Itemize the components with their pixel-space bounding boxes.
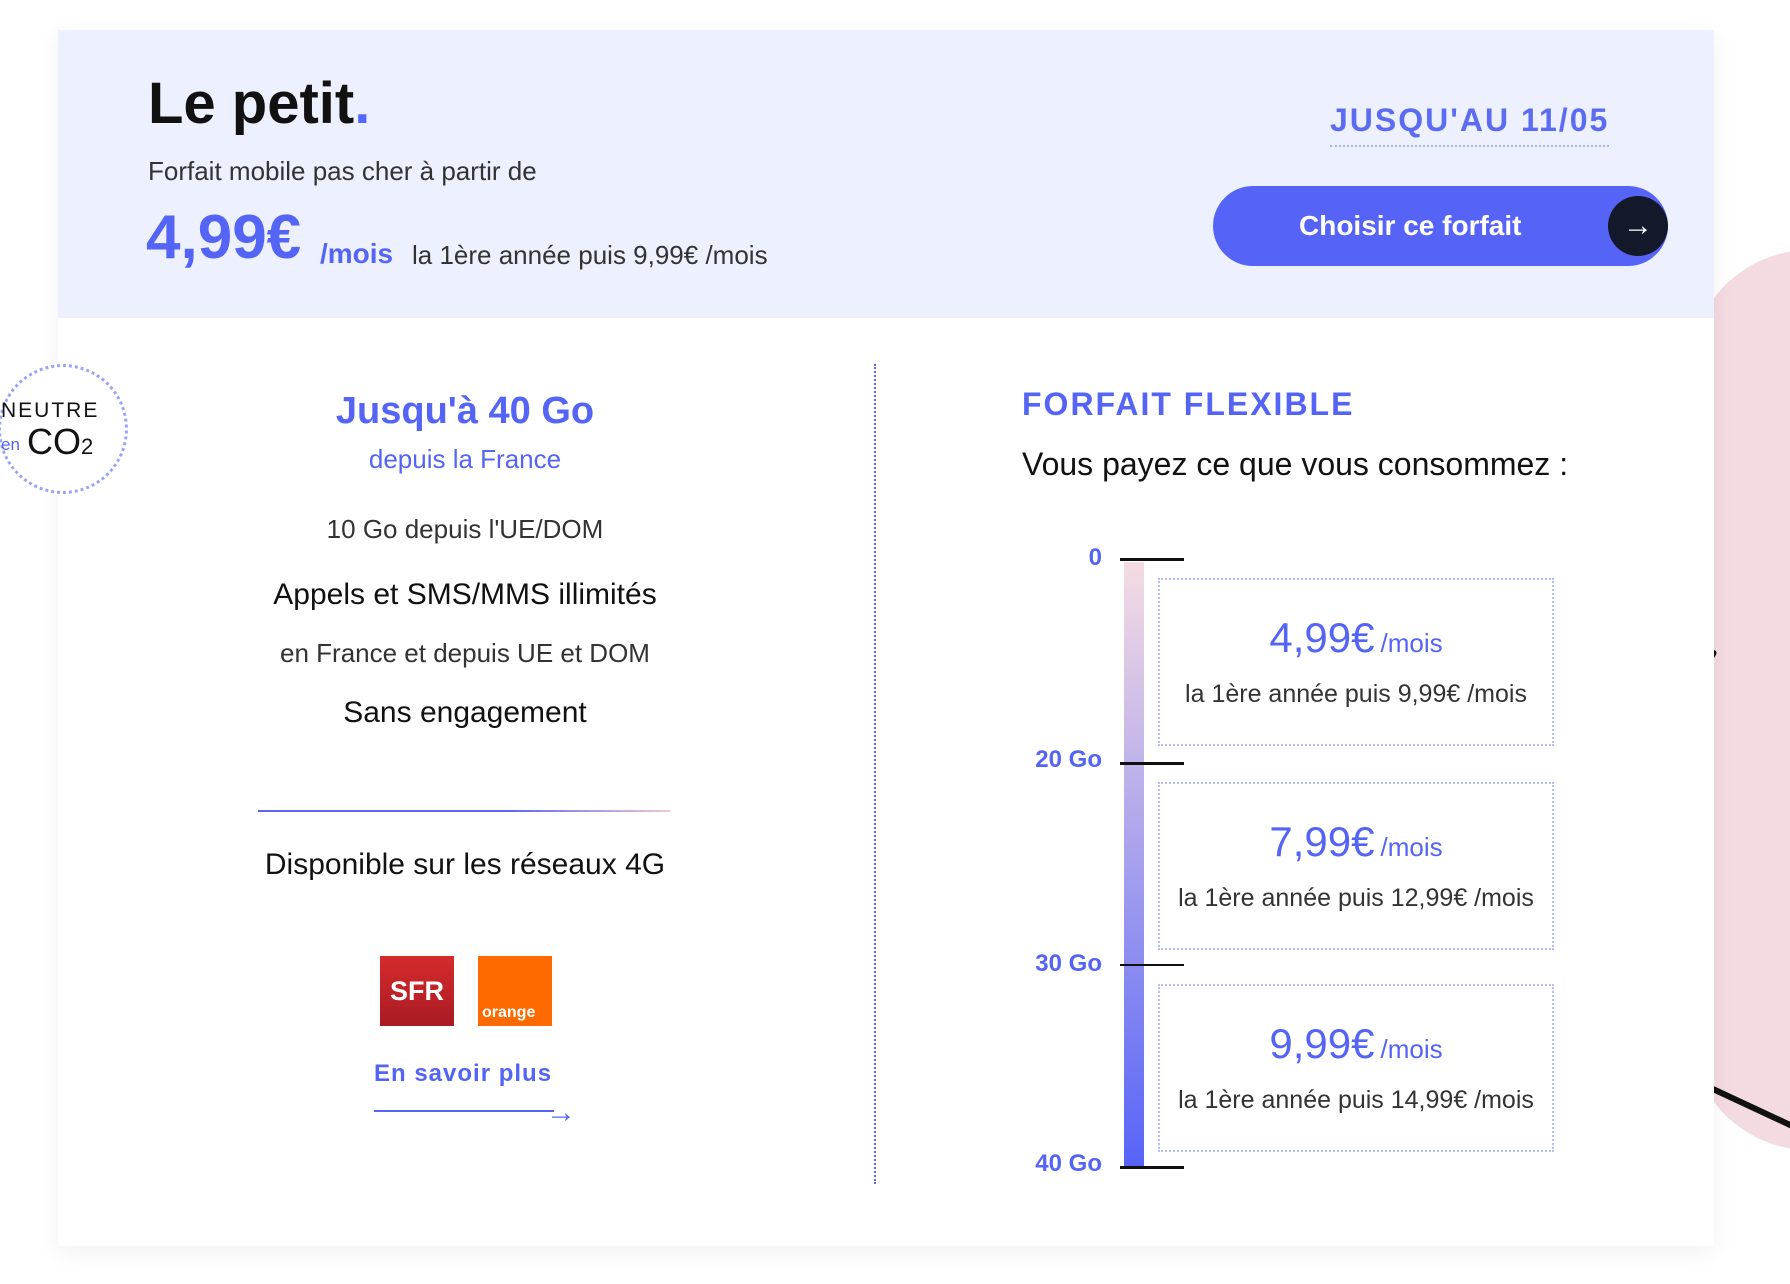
data-usage-gauge	[1124, 562, 1144, 1168]
badge-line3: CO2	[27, 421, 94, 462]
flexible-subtitle: Vous payez ce que vous consommez :	[1022, 446, 1569, 482]
learn-more-link[interactable]: En savoir plus	[374, 1060, 552, 1088]
plan-subtitle: Forfait mobile pas cher à partir de	[148, 156, 537, 186]
badge-line2: en	[1, 435, 20, 454]
data-allowance-sub: depuis la France	[368, 444, 562, 474]
plan-card: Le petit. Forfait mobile pas cher à part…	[0, 30, 1714, 1246]
divider	[258, 810, 670, 812]
networks-title: Disponible sur les réseaux 4G	[264, 848, 666, 881]
tier-price: 9,99€/mois	[1269, 1020, 1443, 1067]
gauge-label: 0	[1088, 544, 1102, 571]
learn-more-underline	[374, 1110, 554, 1112]
gauge-tick	[1120, 762, 1184, 765]
gauge-tick	[1120, 558, 1184, 561]
tier-price: 7,99€/mois	[1269, 818, 1443, 865]
tier-after: la 1ère année puis 12,99€ /mois	[1178, 884, 1534, 912]
plan-price: 4,99€	[146, 203, 302, 272]
gauge-tick	[1120, 964, 1184, 966]
price-tier: 4,99€/mois la 1ère année puis 9,99€ /moi…	[1158, 578, 1554, 746]
column-divider	[874, 364, 876, 1184]
gauge-label: 20 Go	[1035, 746, 1102, 773]
sfr-logo: SFR	[380, 956, 454, 1026]
arrow-right-icon[interactable]: →	[546, 1096, 576, 1130]
orange-logo: orange	[478, 956, 552, 1026]
plan-price-unit: /mois	[320, 238, 394, 269]
promo-deadline: JUSQU'AU 11/05	[1330, 102, 1610, 147]
eu-data: 10 Go depuis l'UE/DOM	[326, 514, 604, 544]
flexible-title: FORFAIT FLEXIBLE	[1022, 386, 1355, 422]
choose-plan-button[interactable]: Choisir ce forfait →	[1213, 186, 1668, 266]
plan-header: Le petit. Forfait mobile pas cher à part…	[58, 30, 1714, 318]
plan-title: Le petit.	[148, 71, 371, 136]
co2-neutral-badge: NEUTRE en CO2	[0, 364, 128, 494]
badge-line1: NEUTRE	[1, 399, 100, 422]
tier-after: la 1ère année puis 14,99€ /mois	[1178, 1086, 1534, 1114]
gauge-label: 40 Go	[1035, 1150, 1102, 1177]
choose-plan-label: Choisir ce forfait	[1299, 210, 1522, 241]
price-tier: 7,99€/mois la 1ère année puis 12,99€ /mo…	[1158, 782, 1554, 950]
tier-price: 4,99€/mois	[1269, 614, 1443, 661]
tier-after: la 1ère année puis 9,99€ /mois	[1185, 680, 1527, 708]
data-allowance-title: Jusqu'à 40 Go	[335, 390, 595, 432]
arrow-right-icon: →	[1608, 196, 1668, 256]
gauge-tick	[1120, 1166, 1184, 1169]
calls-sub: en France et depuis UE et DOM	[280, 638, 650, 668]
gauge-label: 30 Go	[1035, 950, 1102, 977]
commitment: Sans engagement	[343, 696, 587, 729]
plan-price-after: la 1ère année puis 9,99€ /mois	[412, 240, 768, 270]
calls-title: Appels et SMS/MMS illimités	[273, 578, 657, 611]
price-tier: 9,99€/mois la 1ère année puis 14,99€ /mo…	[1158, 984, 1554, 1152]
